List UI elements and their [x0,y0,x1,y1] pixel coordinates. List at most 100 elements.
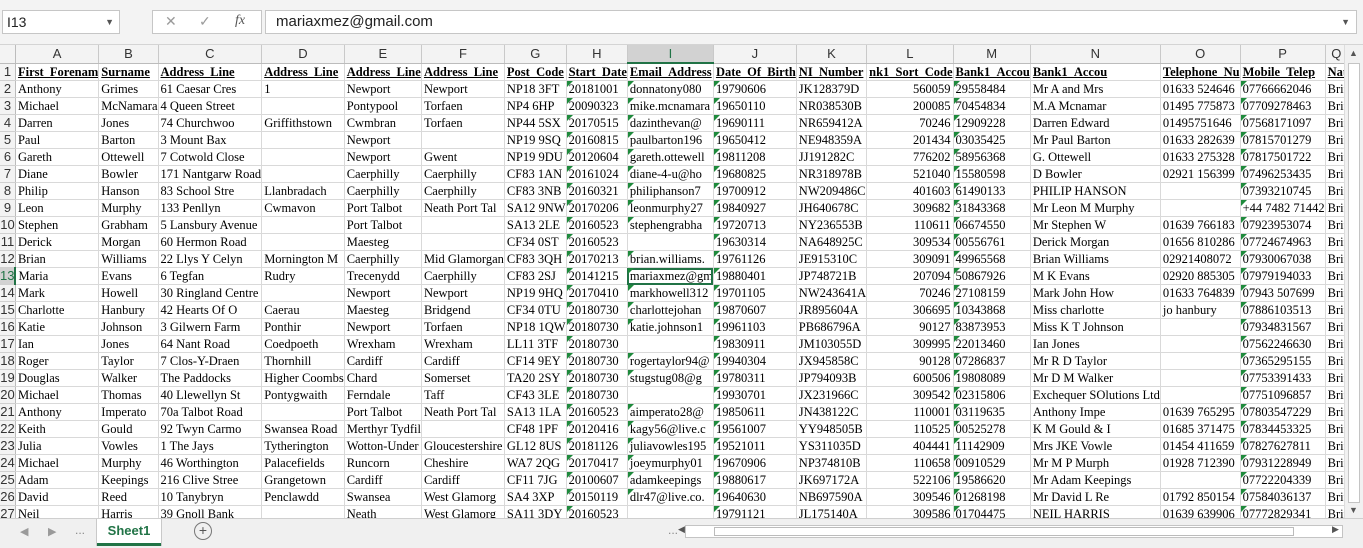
cell[interactable] [421,216,505,234]
cell[interactable]: 1 [261,80,345,98]
cell[interactable]: leonmurphy27 [627,199,714,217]
cell[interactable]: CF83 2SJ [504,267,567,285]
cell[interactable]: +44 7482 71442 [1240,199,1326,217]
cell[interactable]: Wotton-Under [344,437,422,455]
cell[interactable]: 07934831567 [1240,318,1326,336]
cell[interactable]: 20161024 [566,165,628,183]
cell[interactable]: Adam [15,471,100,489]
row-header[interactable]: 13 [0,267,17,285]
cell[interactable]: Cardiff [421,471,505,489]
cell[interactable]: Brit [1325,488,1344,506]
formula-input[interactable]: mariaxmez@gmail.com ▼ [265,10,1357,34]
spreadsheet-grid[interactable]: ABCDEFGHIJKLMNOPQ 1 First_Forenam Surname A… [0,45,1344,518]
column-title-cell[interactable]: nk1_Sort_Code [866,63,954,81]
cell[interactable]: 58956368 [953,148,1031,166]
column-title-cell[interactable]: Surname [98,63,159,81]
cell[interactable]: Neath [344,505,422,518]
cell[interactable] [261,97,345,115]
cell[interactable]: LL11 3TF [504,335,567,353]
cell[interactable]: Paul [15,131,100,149]
cell[interactable] [627,335,714,353]
cell[interactable]: 3 Gilwern Farm [158,318,263,336]
cell[interactable] [1160,318,1241,336]
cell[interactable]: 7 Cotwold Close [158,148,263,166]
cell[interactable]: 20100607 [566,471,628,489]
cell[interactable]: Brit [1325,131,1344,149]
cell[interactable]: 20160321 [566,182,628,200]
cell[interactable]: 07496253435 [1240,165,1326,183]
cell[interactable]: 46 Worthington [158,454,263,472]
cell[interactable]: Grangetown [261,471,345,489]
cell[interactable]: Higher Coombs [261,369,345,387]
cell[interactable]: Maesteg [344,301,422,319]
cell[interactable]: Neath Port Tal [421,199,505,217]
cell[interactable]: 521040 [866,165,954,183]
column-header-m[interactable]: M [953,45,1031,64]
column-title-cell[interactable]: Telephone_Nu [1160,63,1241,81]
cell[interactable]: 07751096857 [1240,386,1326,404]
cell[interactable]: 06674550 [953,216,1031,234]
cell[interactable]: Taff [421,386,505,404]
cell[interactable]: 401603 [866,182,954,200]
cell[interactable]: Darren Edward [1030,114,1161,132]
cell[interactable]: stugstug08@g [627,369,714,387]
cell[interactable]: 19680825 [713,165,797,183]
tab-sheet1[interactable]: Sheet1 [97,519,161,546]
cell[interactable]: 309542 [866,386,954,404]
cell[interactable]: NR038530B [796,97,868,115]
cell[interactable]: NP18 1QW [504,318,567,336]
cell[interactable]: Ian [15,335,100,353]
column-title-cell[interactable]: NI_Number [796,63,868,81]
cell[interactable]: 20170410 [566,284,628,302]
cell[interactable]: 01495 775873 [1160,97,1241,115]
cell[interactable]: 07923953074 [1240,216,1326,234]
cell[interactable]: 20180730 [566,369,628,387]
cell[interactable]: 19830911 [713,335,797,353]
column-title-cell[interactable]: Post_Code [504,63,567,81]
cell[interactable]: 01639 765295 [1160,403,1241,421]
cell[interactable]: Brit [1325,369,1344,387]
cell[interactable]: Brian Williams [1030,250,1161,268]
cell[interactable]: CF34 0TU [504,301,567,319]
cell[interactable]: Torfaen [421,114,505,132]
row-header[interactable]: 14 [0,284,16,302]
column-header-a[interactable]: A [15,45,100,64]
cell[interactable]: Penclawdd [261,488,345,506]
cell[interactable] [1160,335,1241,353]
horizontal-scrollbar[interactable] [685,525,1343,538]
cell[interactable]: Philip [15,182,100,200]
column-header-f[interactable]: F [421,45,505,64]
column-title-cell[interactable]: Nat [1325,63,1344,81]
cell[interactable]: 07979194033 [1240,267,1326,285]
cell[interactable]: West Glamorg [421,505,505,518]
cell[interactable]: joeymurphy01 [627,454,714,472]
cell[interactable]: Brit [1325,114,1344,132]
row-header[interactable]: 19 [0,369,16,387]
cell[interactable]: 12909228 [953,114,1031,132]
cell[interactable]: Ottewell [98,148,159,166]
cell[interactable]: 19586620 [953,471,1031,489]
cell[interactable]: 19961103 [713,318,797,336]
cell[interactable]: NW243641A [796,284,868,302]
tab-overflow-dots[interactable]: ... [75,523,85,537]
cell[interactable]: Brit [1325,335,1344,353]
cell[interactable]: Anthony [15,80,100,98]
cell[interactable]: 01268198 [953,488,1031,506]
cell[interactable]: 560059 [866,80,954,98]
cell[interactable]: Mr M P Murph [1030,454,1161,472]
column-title-cell[interactable]: Address_Line [158,63,263,81]
cell[interactable]: Taylor [98,352,159,370]
cell[interactable]: McNamara [98,97,159,115]
cell[interactable]: Brit [1325,301,1344,319]
cell[interactable]: Brit [1325,318,1344,336]
cell[interactable]: Merthyr Tydfil [344,420,422,438]
cell[interactable]: Diane [15,165,100,183]
cell[interactable]: 00525278 [953,420,1031,438]
cell[interactable]: Brit [1325,420,1344,438]
cell[interactable]: Derick [15,233,100,251]
cell[interactable]: Johnson [98,318,159,336]
cell[interactable]: 90128 [866,352,954,370]
cell[interactable]: JR895604A [796,301,868,319]
cell[interactable]: 20181001 [566,80,628,98]
cell[interactable]: 776202 [866,148,954,166]
